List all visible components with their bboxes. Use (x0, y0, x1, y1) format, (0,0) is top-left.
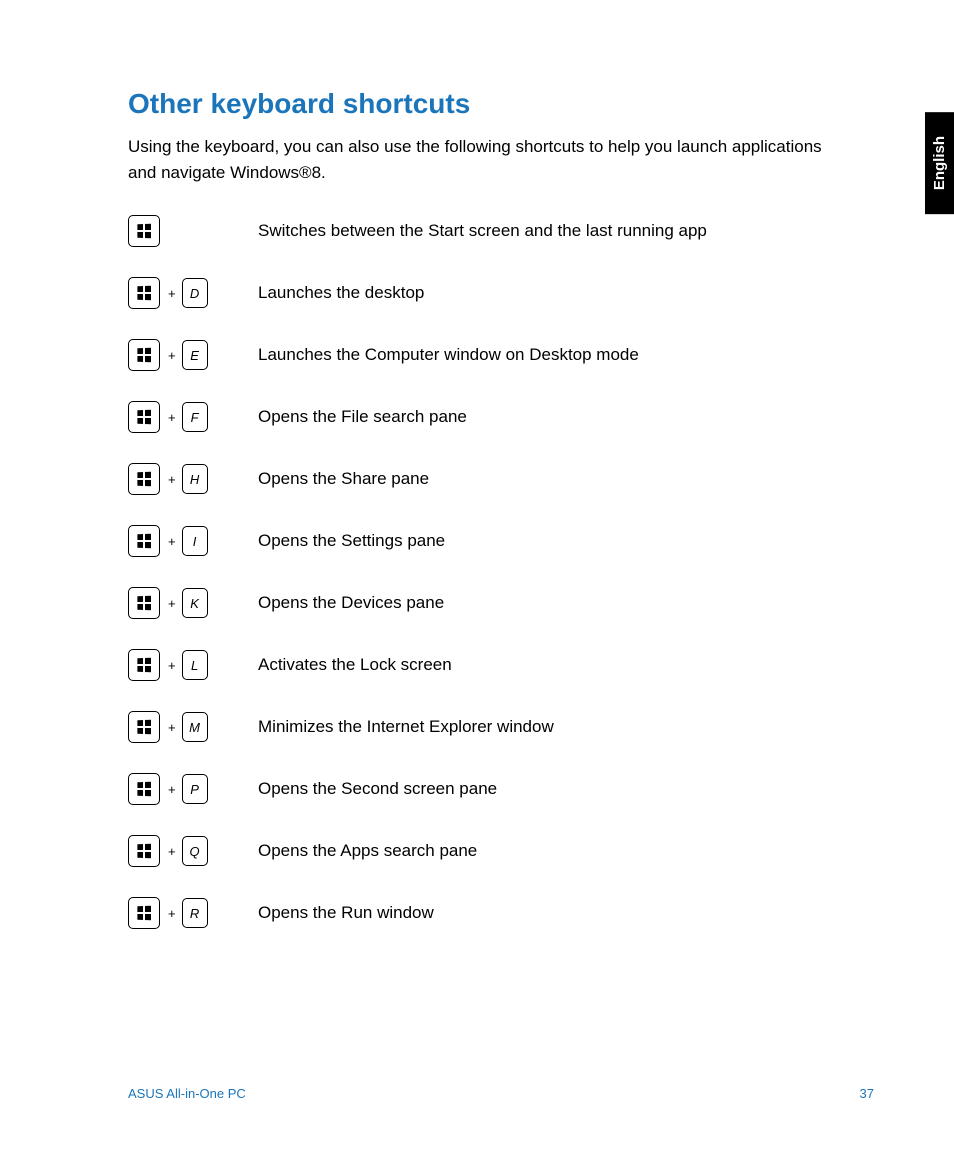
windows-key (128, 339, 160, 371)
plus-separator: + (168, 782, 176, 797)
key-combo: +K (128, 587, 258, 619)
shortcut-row: +HOpens the Share pane (128, 463, 874, 495)
shortcut-description: Opens the File search pane (258, 407, 467, 427)
shortcut-row: +POpens the Second screen pane (128, 773, 874, 805)
key-combo: +R (128, 897, 258, 929)
windows-key (128, 773, 160, 805)
footer-page-number: 37 (860, 1086, 874, 1101)
page-footer: ASUS All-in-One PC 37 (128, 1086, 874, 1101)
windows-key (128, 277, 160, 309)
letter-key: L (182, 650, 208, 680)
letter-key: I (182, 526, 208, 556)
page-heading: Other keyboard shortcuts (128, 88, 874, 120)
plus-separator: + (168, 472, 176, 487)
intro-paragraph: Using the keyboard, you can also use the… (128, 134, 848, 185)
key-combo: +F (128, 401, 258, 433)
plus-separator: + (168, 410, 176, 425)
shortcut-row: +KOpens the Devices pane (128, 587, 874, 619)
plus-separator: + (168, 844, 176, 859)
windows-logo-icon (137, 782, 151, 796)
letter-key: M (182, 712, 208, 742)
windows-logo-icon (137, 596, 151, 610)
shortcut-row: +QOpens the Apps search pane (128, 835, 874, 867)
shortcut-row: +ELaunches the Computer window on Deskto… (128, 339, 874, 371)
key-combo: +M (128, 711, 258, 743)
plus-separator: + (168, 658, 176, 673)
letter-key: Q (182, 836, 208, 866)
key-combo: +D (128, 277, 258, 309)
windows-key (128, 463, 160, 495)
plus-separator: + (168, 534, 176, 549)
language-tab: English (925, 112, 954, 214)
key-combo: +Q (128, 835, 258, 867)
windows-logo-icon (137, 224, 151, 238)
key-combo: +P (128, 773, 258, 805)
windows-key (128, 587, 160, 619)
windows-logo-icon (137, 534, 151, 548)
letter-key: R (182, 898, 208, 928)
windows-logo-icon (137, 906, 151, 920)
shortcut-description: Opens the Second screen pane (258, 779, 497, 799)
windows-key (128, 711, 160, 743)
shortcut-row: +MMinimizes the Internet Explorer window (128, 711, 874, 743)
plus-separator: + (168, 720, 176, 735)
windows-logo-icon (137, 348, 151, 362)
shortcut-row: +FOpens the File search pane (128, 401, 874, 433)
key-combo: +H (128, 463, 258, 495)
windows-key (128, 525, 160, 557)
windows-logo-icon (137, 844, 151, 858)
windows-key (128, 835, 160, 867)
shortcut-description: Launches the desktop (258, 283, 424, 303)
letter-key: F (182, 402, 208, 432)
plus-separator: + (168, 286, 176, 301)
letter-key: K (182, 588, 208, 618)
key-combo: +E (128, 339, 258, 371)
windows-logo-icon (137, 286, 151, 300)
shortcut-description: Opens the Run window (258, 903, 434, 923)
shortcut-description: Switches between the Start screen and th… (258, 221, 707, 241)
windows-logo-icon (137, 720, 151, 734)
shortcut-row: +IOpens the Settings pane (128, 525, 874, 557)
footer-product: ASUS All-in-One PC (128, 1086, 246, 1101)
shortcut-description: Opens the Apps search pane (258, 841, 477, 861)
shortcut-description: Activates the Lock screen (258, 655, 452, 675)
shortcut-row: +LActivates the Lock screen (128, 649, 874, 681)
key-combo: +L (128, 649, 258, 681)
shortcut-description: Opens the Devices pane (258, 593, 444, 613)
windows-logo-icon (137, 472, 151, 486)
windows-key (128, 215, 160, 247)
plus-separator: + (168, 348, 176, 363)
shortcut-row: Switches between the Start screen and th… (128, 215, 874, 247)
letter-key: H (182, 464, 208, 494)
plus-separator: + (168, 596, 176, 611)
windows-key (128, 897, 160, 929)
letter-key: E (182, 340, 208, 370)
plus-separator: + (168, 906, 176, 921)
shortcut-description: Opens the Share pane (258, 469, 429, 489)
windows-key (128, 649, 160, 681)
windows-logo-icon (137, 658, 151, 672)
key-combo: +I (128, 525, 258, 557)
shortcut-description: Opens the Settings pane (258, 531, 445, 551)
key-combo (128, 215, 258, 247)
shortcut-row: +DLaunches the desktop (128, 277, 874, 309)
shortcut-row: +ROpens the Run window (128, 897, 874, 929)
letter-key: D (182, 278, 208, 308)
letter-key: P (182, 774, 208, 804)
windows-key (128, 401, 160, 433)
shortcut-description: Minimizes the Internet Explorer window (258, 717, 554, 737)
windows-logo-icon (137, 410, 151, 424)
shortcut-list: Switches between the Start screen and th… (128, 215, 874, 929)
shortcut-description: Launches the Computer window on Desktop … (258, 345, 639, 365)
